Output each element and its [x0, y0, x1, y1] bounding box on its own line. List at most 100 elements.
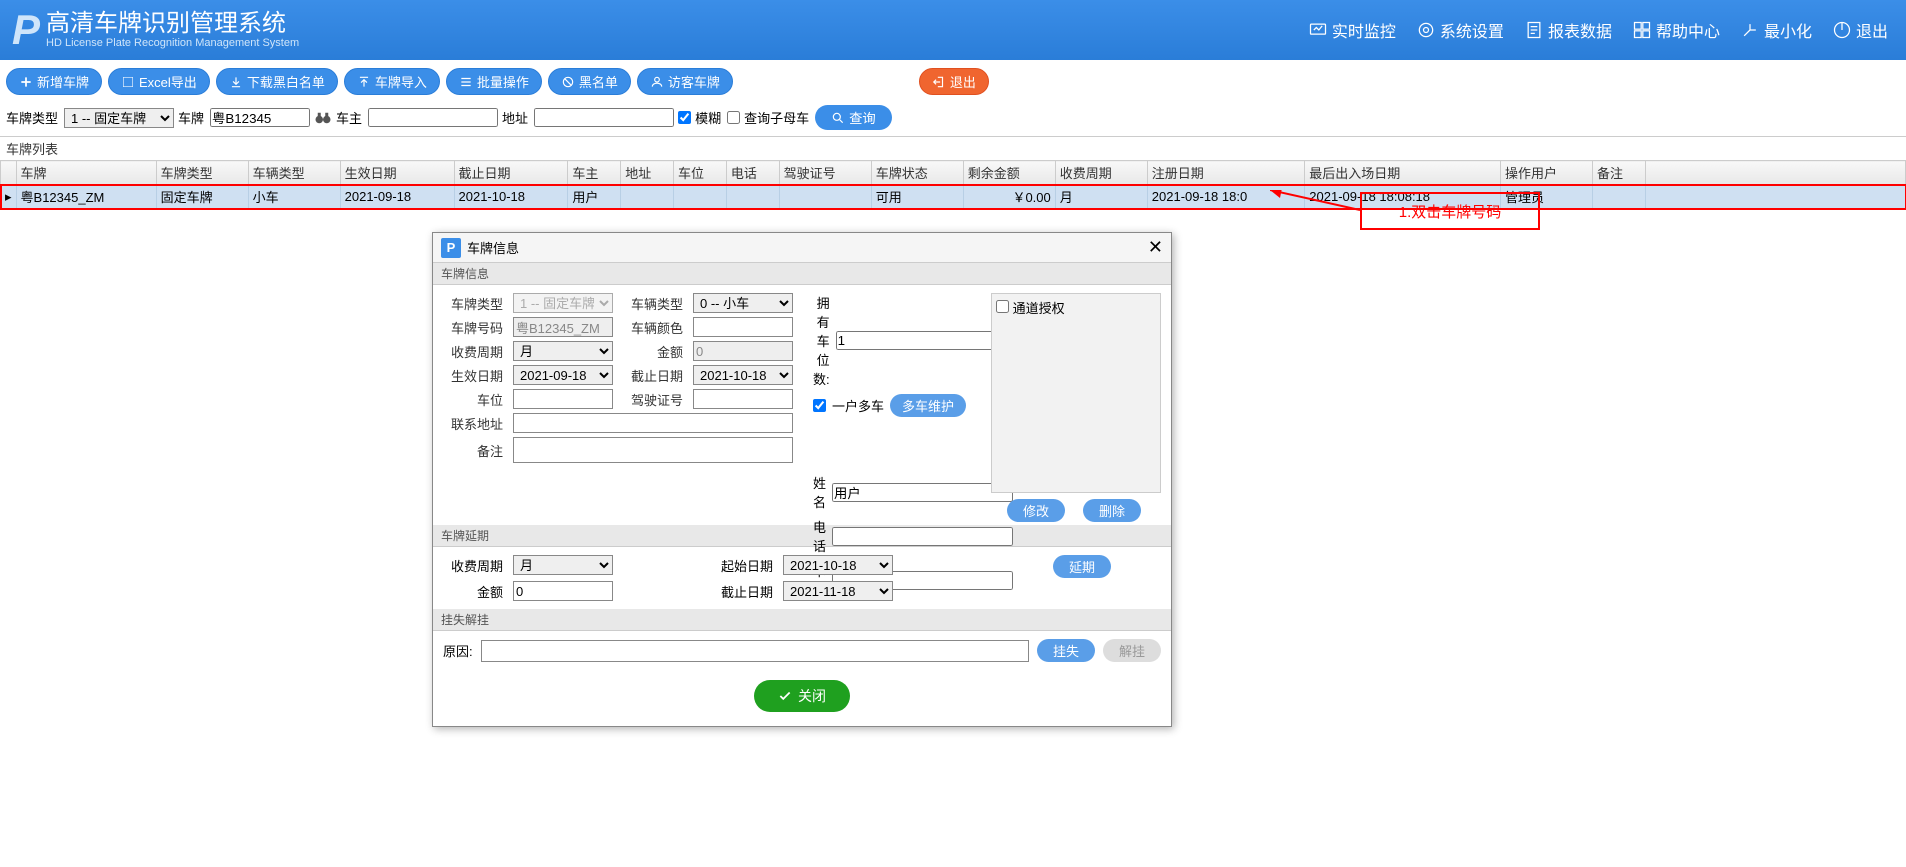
binoculars-icon[interactable] [314, 109, 332, 127]
col-start[interactable]: 生效日期 [340, 161, 454, 185]
amount-label: 金额 [623, 342, 683, 361]
plate-label: 车牌 [178, 108, 204, 127]
col-addr[interactable]: 地址 [621, 161, 674, 185]
ownslots-label: 拥有车位数: [813, 293, 830, 388]
modify-button[interactable]: 修改 [1007, 499, 1065, 522]
multi-maintain-button[interactable]: 多车维护 [890, 394, 966, 417]
cycle-select[interactable]: 月 [513, 341, 613, 361]
ptype-label: 车牌类型 [443, 294, 503, 313]
ext-amount-label: 金额 [443, 582, 503, 601]
col-remark[interactable]: 备注 [1593, 161, 1646, 185]
col-vtype[interactable]: 车辆类型 [248, 161, 340, 185]
excel-export-button[interactable]: Excel导出 [108, 68, 210, 95]
plate-input[interactable] [210, 108, 310, 127]
col-owner[interactable]: 车主 [568, 161, 621, 185]
ext-amount-input[interactable] [513, 581, 613, 601]
lost-button[interactable]: 挂失 [1037, 639, 1095, 662]
col-status[interactable]: 车牌状态 [871, 161, 963, 185]
slot-input[interactable] [513, 389, 613, 409]
ext-end-label: 截止日期 [713, 582, 773, 601]
nav-exit[interactable]: 退出 [1826, 14, 1894, 46]
type-label: 车牌类型 [6, 108, 58, 127]
table-row[interactable]: ▸ 粤B12345_ZM 固定车牌 小车 2021-09-18 2021-10-… [1, 185, 1906, 209]
close-icon[interactable]: ✕ [1148, 237, 1163, 258]
subcar-checkbox[interactable] [727, 111, 740, 124]
dialog-titlebar: P 车牌信息 ✕ [433, 233, 1171, 263]
import-plate-button[interactable]: 车牌导入 [344, 68, 440, 95]
extend-button[interactable]: 延期 [1053, 555, 1111, 578]
col-balance[interactable]: 剩余金额 [963, 161, 1055, 185]
exit-button[interactable]: 退出 [919, 68, 989, 95]
close-button[interactable]: 关闭 [754, 680, 850, 712]
annotation-arrow-1 [1270, 190, 1360, 220]
search-bar: 车牌类型 1 -- 固定车牌 车牌 车主 地址 模糊 查询子母车 查询 [0, 103, 1906, 136]
table-header-row: 车牌 车牌类型 车辆类型 生效日期 截止日期 车主 地址 车位 电话 驾驶证号 … [1, 161, 1906, 185]
section-lost: 挂失解挂 [433, 609, 1171, 631]
col-ptype[interactable]: 车牌类型 [156, 161, 248, 185]
name-input[interactable] [832, 483, 1013, 502]
name-label: 姓名 [813, 473, 826, 511]
col-license[interactable]: 驾驶证号 [779, 161, 871, 185]
ext-start-label: 起始日期 [713, 556, 773, 575]
col-phone[interactable]: 电话 [726, 161, 779, 185]
auth-label: 通道授权 [1013, 301, 1065, 316]
owner-input[interactable] [368, 108, 498, 127]
app-header: P 高清车牌识别管理系统 HD License Plate Recognitio… [0, 0, 1906, 60]
col-lastio[interactable]: 最后出入场日期 [1305, 161, 1501, 185]
download-list-button[interactable]: 下载黑白名单 [216, 68, 338, 95]
dialog-title: 车牌信息 [467, 238, 519, 257]
col-end[interactable]: 截止日期 [454, 161, 568, 185]
start-select[interactable]: 2021-09-18 [513, 365, 613, 385]
reason-input[interactable] [481, 640, 1029, 662]
nav-settings[interactable]: 系统设置 [1410, 14, 1510, 46]
nav-monitor[interactable]: 实时监控 [1302, 14, 1402, 46]
fuzzy-label: 模糊 [695, 108, 721, 127]
plateno-input [513, 317, 613, 337]
nav-minimize[interactable]: 最小化 [1734, 14, 1818, 46]
addr-input[interactable] [534, 108, 674, 127]
logo: P 高清车牌识别管理系统 HD License Plate Recognitio… [12, 6, 299, 54]
nav-report[interactable]: 报表数据 [1518, 14, 1618, 46]
license-label: 驾驶证号 [623, 390, 683, 409]
start-label: 生效日期 [443, 366, 503, 385]
col-slot[interactable]: 车位 [674, 161, 727, 185]
logo-icon: P [12, 6, 40, 54]
end-select[interactable]: 2021-10-18 [693, 365, 793, 385]
list-title: 车牌列表 [0, 136, 1906, 160]
vtype-select[interactable]: 0 -- 小车 [693, 293, 793, 313]
color-input[interactable] [693, 317, 793, 337]
owner-label: 车主 [336, 108, 362, 127]
multi-checkbox[interactable] [813, 399, 826, 412]
ext-start-select[interactable]: 2021-10-18 [783, 555, 893, 575]
ext-cycle-select[interactable]: 月 [513, 555, 613, 575]
license-input[interactable] [693, 389, 793, 409]
query-button[interactable]: 查询 [815, 105, 892, 130]
addr-label: 地址 [502, 108, 528, 127]
auth-panel: 通道授权 [991, 293, 1161, 493]
fuzzy-checkbox[interactable] [678, 111, 691, 124]
toolbar: 新增车牌 Excel导出 下载黑白名单 车牌导入 批量操作 黑名单 访客车牌 退… [0, 60, 1906, 103]
col-op[interactable]: 操作用户 [1500, 161, 1592, 185]
header-nav: 实时监控 系统设置 报表数据 帮助中心 最小化 退出 [1302, 14, 1894, 46]
remark-label: 备注 [443, 441, 503, 460]
lost-form: 原因: 挂失 解挂 [433, 631, 1171, 670]
col-plate[interactable]: 车牌 [16, 161, 156, 185]
contact-input[interactable] [513, 413, 793, 433]
blacklist-button[interactable]: 黑名单 [548, 68, 631, 95]
end-label: 截止日期 [623, 366, 683, 385]
plateno-label: 车牌号码 [443, 318, 503, 337]
remark-input[interactable] [513, 437, 793, 463]
col-cycle[interactable]: 收费周期 [1055, 161, 1147, 185]
visitor-button[interactable]: 访客车牌 [637, 68, 733, 95]
unlost-button: 解挂 [1103, 639, 1161, 662]
batch-button[interactable]: 批量操作 [446, 68, 542, 95]
delete-button[interactable]: 删除 [1083, 499, 1141, 522]
ext-end-select[interactable]: 2021-11-18 [783, 581, 893, 601]
add-plate-button[interactable]: 新增车牌 [6, 68, 102, 95]
nav-help[interactable]: 帮助中心 [1626, 14, 1726, 46]
col-regdate[interactable]: 注册日期 [1147, 161, 1305, 185]
ownslots-input[interactable] [836, 331, 1017, 350]
type-select[interactable]: 1 -- 固定车牌 [64, 108, 174, 128]
auth-checkbox[interactable] [996, 300, 1009, 313]
phone-input[interactable] [832, 527, 1013, 546]
